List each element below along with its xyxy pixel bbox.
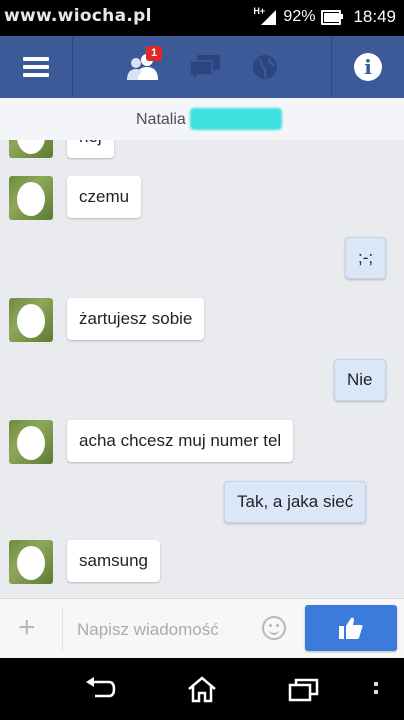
signal-icon <box>261 10 277 25</box>
battery-percent: 92% <box>283 8 316 25</box>
contact-avatar[interactable] <box>9 140 53 158</box>
status-bar: www.wiocha.pl H+ 92% 18:49 <box>0 0 404 36</box>
redaction-mark <box>190 108 282 130</box>
conversation-header: Natalia <box>0 98 404 141</box>
menu-button[interactable] <box>0 36 73 98</box>
home-icon <box>188 676 216 703</box>
conversation-info-button[interactable]: i <box>331 36 404 98</box>
message-bubble-incoming[interactable]: hej <box>67 140 114 158</box>
network-indicator: H+ <box>253 6 277 26</box>
clock: 18:49 <box>353 7 396 26</box>
messages-button[interactable] <box>180 36 230 98</box>
add-attachment-icon[interactable]: + <box>18 613 36 643</box>
contact-avatar[interactable] <box>9 298 53 342</box>
recent-apps-button[interactable] <box>284 672 324 706</box>
friend-requests-badge: 1 <box>146 46 162 61</box>
back-icon <box>86 677 116 698</box>
contact-avatar[interactable] <box>9 420 53 464</box>
contact-avatar[interactable] <box>9 176 53 220</box>
message-composer: + <box>0 598 404 659</box>
message-bubble-outgoing[interactable]: Nie <box>334 359 386 401</box>
top-app-bar: 1 i <box>0 36 404 98</box>
battery-icon <box>321 9 344 25</box>
watermark: www.wiocha.pl <box>4 6 152 26</box>
contact-avatar[interactable] <box>9 540 53 584</box>
message-bubble-incoming[interactable]: czemu <box>67 176 142 218</box>
contact-name: Natalia <box>136 111 186 128</box>
menu-icon <box>23 53 49 81</box>
globe-icon <box>253 55 277 79</box>
message-bubble-incoming[interactable]: acha chcesz muj numer tel <box>67 420 294 462</box>
info-icon: i <box>354 53 382 81</box>
thumbs-up-icon <box>339 617 363 639</box>
message-bubble-incoming[interactable]: żartujesz sobie <box>67 298 205 340</box>
home-button[interactable] <box>182 672 222 706</box>
message-bubble-outgoing[interactable]: Tak, a jaka sieć <box>224 481 367 523</box>
message-bubble-incoming[interactable]: samsung <box>67 540 160 582</box>
messages-icon <box>189 55 220 81</box>
status-indicators: H+ 92% 18:49 <box>253 6 396 27</box>
notifications-button[interactable] <box>240 36 290 98</box>
overflow-dots-icon <box>374 682 378 686</box>
emoji-icon[interactable] <box>262 616 286 640</box>
system-navigation-bar <box>0 658 404 720</box>
friend-requests-button[interactable]: 1 <box>118 36 168 98</box>
message-thread[interactable]: hej czemu ;-; żartujesz sobie Nie acha c… <box>0 140 404 598</box>
back-button[interactable] <box>80 672 120 706</box>
battery-level <box>324 12 340 22</box>
like-button[interactable] <box>305 605 397 651</box>
message-bubble-outgoing[interactable]: ;-; <box>345 237 387 279</box>
recent-apps-icon <box>288 678 319 702</box>
